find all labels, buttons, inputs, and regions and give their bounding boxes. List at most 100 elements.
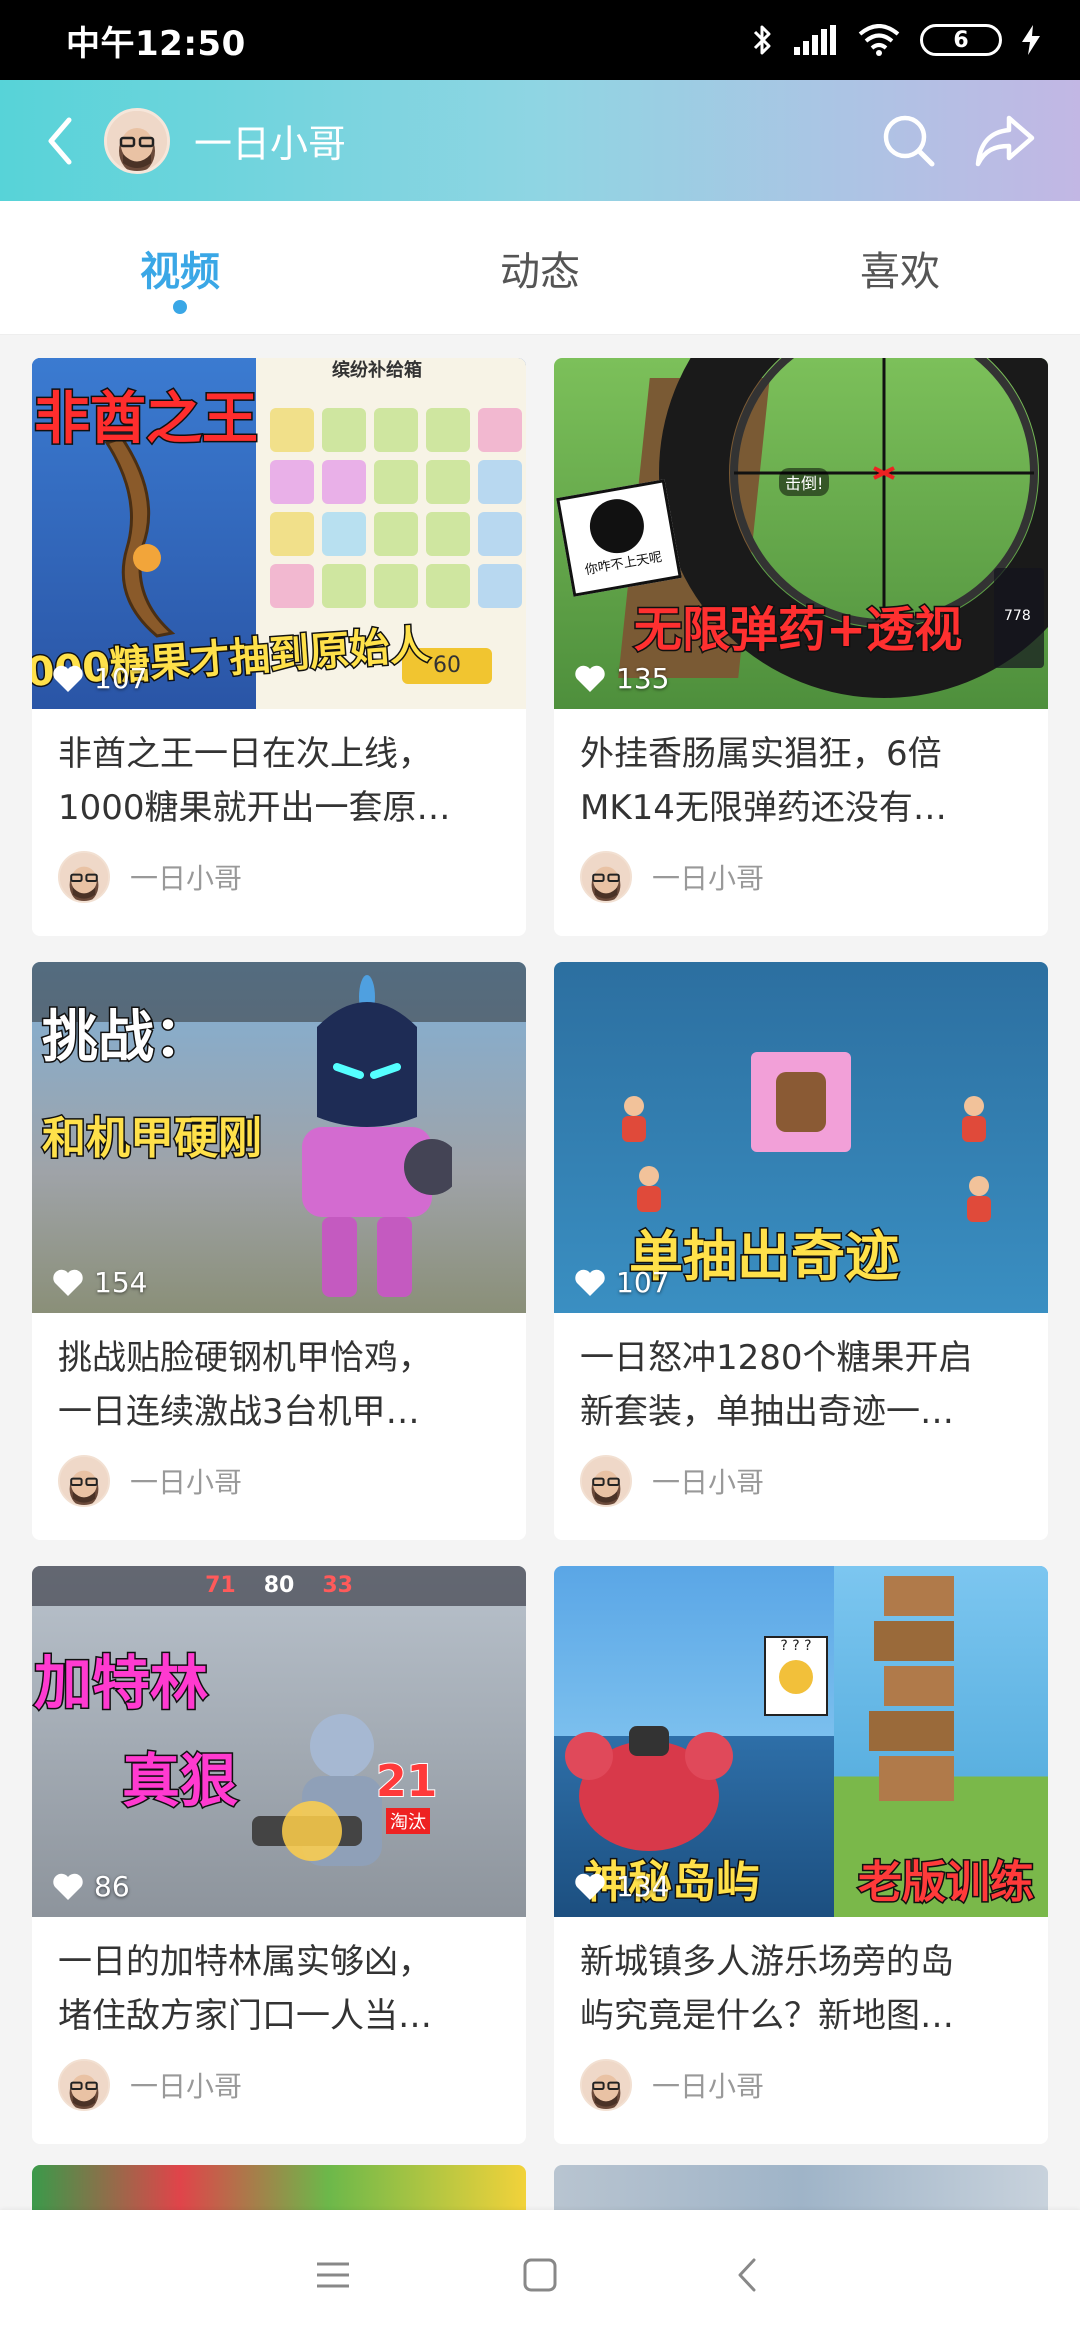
like-count-value: 86 xyxy=(94,1870,130,1903)
like-count-value: 134 xyxy=(616,1870,670,1903)
author-row[interactable]: 一日小哥 xyxy=(554,2049,1048,2111)
menu-button[interactable] xyxy=(293,2235,373,2315)
video-title[interactable]: 一日的加特林属实够凶， 堵住敌方家门口一人当… xyxy=(32,1917,526,2049)
video-card[interactable]: 缤纷补给箱 60 非酋之王 000糖果才抽到原始人 107 非酋之王一日在次上线… xyxy=(32,358,526,936)
active-tab-indicator xyxy=(173,300,187,314)
thumbnail-overlay-mid: 和机甲硬刚 xyxy=(41,1112,264,1166)
video-card[interactable]: 71 80 33 21 淘汰 加特林 真狠 86 一日的加特林属实够凶， 堵住敌… xyxy=(32,1566,526,2144)
video-thumbnail[interactable]: 缤纷补给箱 60 非酋之王 000糖果才抽到原始人 107 xyxy=(32,358,526,709)
video-thumbnail[interactable]: 单抽出奇迹 107 xyxy=(554,962,1048,1313)
video-title-line: 一日怒冲1280个糖果开启 xyxy=(580,1338,973,1378)
author-name: 一日小哥 xyxy=(652,862,765,895)
video-thumbnail[interactable]: 挑战： 和机甲硬刚 154 xyxy=(32,962,526,1313)
profile-header: 一日小哥 xyxy=(0,80,1080,201)
video-grid: 缤纷补给箱 60 非酋之王 000糖果才抽到原始人 107 非酋之王一日在次上线… xyxy=(32,358,1048,2144)
author-name: 一日小哥 xyxy=(652,1466,765,1499)
video-card[interactable]: ? ? ? 神秘岛屿 老版训练 134 新城镇多人游乐场旁的岛 屿究竟是什么？新… xyxy=(554,1566,1048,2144)
sticker-text: ? ? ? xyxy=(780,1638,812,1654)
score-bar: 71 80 33 xyxy=(32,1566,526,1606)
author-name: 一日小哥 xyxy=(130,1466,243,1499)
thumbnail-overlay-bottom: 单抽出奇迹 xyxy=(628,1224,901,1290)
heart-icon xyxy=(575,665,605,692)
author-avatar xyxy=(580,2059,632,2111)
profile-avatar[interactable] xyxy=(104,107,170,174)
author-row[interactable]: 一日小哥 xyxy=(32,2049,526,2111)
video-thumbnail[interactable]: 你咋不上天呢 击倒! 778 无限弹药+透视 135 xyxy=(554,358,1048,709)
signal-icon xyxy=(794,25,836,55)
face-avatar-icon xyxy=(107,110,167,171)
video-card[interactable]: 挑战： 和机甲硬刚 154 挑战贴脸硬钢机甲恰鸡， 一日连续激战3台机甲… 一日… xyxy=(32,962,526,1540)
video-title-line: 外挂香肠属实猖狂，6倍 xyxy=(580,734,942,774)
tab-label: 动态 xyxy=(500,248,580,295)
author-row[interactable]: 一日小哥 xyxy=(554,841,1048,903)
score-right: 33 xyxy=(322,1573,353,1598)
character-icon xyxy=(622,1096,646,1142)
like-count: 135 xyxy=(574,662,669,695)
wifi-icon xyxy=(858,24,900,56)
like-count-value: 107 xyxy=(616,1266,670,1299)
tab-videos[interactable]: 视频 xyxy=(0,201,360,334)
author-row[interactable]: 一日小哥 xyxy=(32,841,526,903)
profile-tabs: 视频 动态 喜欢 xyxy=(0,201,1080,335)
video-title-line: 非酋之王一日在次上线， xyxy=(58,734,432,774)
share-icon xyxy=(975,115,1035,166)
supply-box-title: 缤纷补给箱 xyxy=(332,360,422,381)
like-count: 107 xyxy=(574,1266,669,1299)
tab-label: 喜欢 xyxy=(860,248,940,295)
video-card-partial[interactable] xyxy=(554,2165,1048,2215)
like-count-value: 135 xyxy=(616,662,670,695)
heart-icon xyxy=(53,1873,83,1900)
like-count: 107 xyxy=(52,662,147,695)
boomerang-icon xyxy=(104,438,176,638)
tab-likes[interactable]: 喜欢 xyxy=(720,201,1080,334)
video-thumbnail[interactable]: 71 80 33 21 淘汰 加特林 真狠 86 xyxy=(32,1566,526,1917)
video-thumbnail[interactable]: ? ? ? 神秘岛屿 老版训练 134 xyxy=(554,1566,1048,1917)
item-grid xyxy=(270,408,522,608)
thumbnail-overlay-right: 老版训练 xyxy=(857,1856,1036,1910)
heart-icon xyxy=(53,665,83,692)
profile-name: 一日小哥 xyxy=(194,122,347,166)
share-button[interactable] xyxy=(960,96,1050,186)
video-card[interactable]: 你咋不上天呢 击倒! 778 无限弹药+透视 135 外挂香肠属实猖狂，6倍 M… xyxy=(554,358,1048,936)
tab-posts[interactable]: 动态 xyxy=(360,201,720,334)
author-row[interactable]: 一日小哥 xyxy=(32,1445,526,1507)
thumbnail-overlay-bottom: 无限弹药+透视 xyxy=(632,601,963,660)
back-button[interactable] xyxy=(30,101,90,181)
kill-notice: 击倒! xyxy=(779,468,830,496)
menu-icon xyxy=(317,2262,350,2288)
home-button[interactable] xyxy=(500,2235,580,2315)
charging-icon xyxy=(1022,25,1040,55)
video-card-partial[interactable] xyxy=(32,2165,526,2215)
tab-label: 视频 xyxy=(140,248,220,295)
hud-number: 778 xyxy=(1004,608,1031,624)
like-count: 86 xyxy=(52,1870,130,1903)
score-left: 71 xyxy=(205,1573,236,1598)
thumbnail-overlay-mid: 真狠 xyxy=(120,1746,239,1817)
status-icons: 6 xyxy=(752,23,1040,57)
score-mid: 80 xyxy=(263,1573,295,1598)
video-title[interactable]: 非酋之王一日在次上线， 1000糖果就开出一套原… xyxy=(32,709,526,841)
video-title-line: 1000糖果就开出一套原… xyxy=(58,788,451,828)
video-title-line: 屿究竟是什么？新地图… xyxy=(580,1996,954,2036)
video-title-line: 挑战贴脸硬钢机甲恰鸡， xyxy=(58,1338,432,1378)
crab-creature-icon xyxy=(565,1726,733,1851)
search-button[interactable] xyxy=(864,96,954,186)
meme-sticker: ? ? ? xyxy=(764,1636,828,1716)
video-title[interactable]: 一日怒冲1280个糖果开启 新套装，单抽出奇迹一… xyxy=(554,1313,1048,1445)
video-title-line: 堵住敌方家门口一人当… xyxy=(58,1996,432,2036)
video-title[interactable]: 新城镇多人游乐场旁的岛 屿究竟是什么？新地图… xyxy=(554,1917,1048,2049)
square-home-icon xyxy=(523,2258,557,2292)
status-bar: 中午12:50 6 xyxy=(0,0,1080,80)
mech-character-icon xyxy=(302,975,452,1297)
reward-box xyxy=(751,1052,851,1152)
video-title[interactable]: 外挂香肠属实猖狂，6倍 MK14无限弹药还没有… xyxy=(554,709,1048,841)
author-row[interactable]: 一日小哥 xyxy=(554,1445,1048,1507)
thumbnail-overlay-top: 加特林 xyxy=(32,1648,209,1719)
search-icon xyxy=(883,115,935,166)
thumbnail-overlay-top: 非酋之王 xyxy=(33,386,260,454)
video-title[interactable]: 挑战贴脸硬钢机甲恰鸡， 一日连续激战3台机甲… xyxy=(32,1313,526,1445)
video-card[interactable]: 单抽出奇迹 107 一日怒冲1280个糖果开启 新套装，单抽出奇迹一… 一日小哥 xyxy=(554,962,1048,1540)
battery-indicator: 6 xyxy=(920,24,1002,56)
back-nav-button[interactable] xyxy=(707,2235,787,2315)
status-time: 中午12:50 xyxy=(66,23,246,64)
